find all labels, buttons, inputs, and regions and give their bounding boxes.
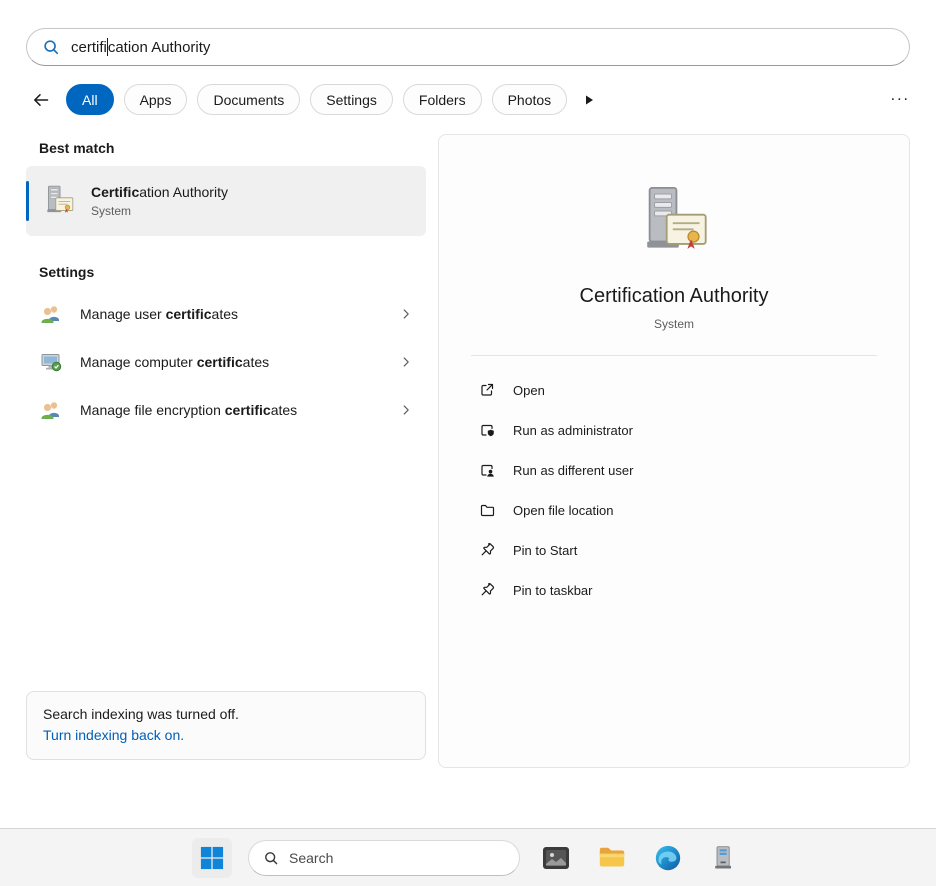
windows-logo-icon xyxy=(200,846,224,870)
result-label: Manage user certificates xyxy=(80,306,238,322)
search-value: certification Authority xyxy=(71,38,210,56)
action-run-as-administrator[interactable]: Run as administrator xyxy=(471,410,877,450)
chevron-right-icon xyxy=(399,403,413,417)
open-icon xyxy=(479,382,495,398)
result-label: Manage file encryption certificates xyxy=(80,402,297,418)
best-match-text: Certification Authority System xyxy=(91,184,228,218)
chevron-right-icon xyxy=(399,355,413,369)
action-label: Pin to Start xyxy=(513,543,577,558)
computer-certificates-icon xyxy=(39,350,63,374)
best-match-result[interactable]: Certification Authority System xyxy=(26,166,426,236)
indexing-notice: Search indexing was turned off. Turn ind… xyxy=(26,691,426,760)
back-arrow-icon xyxy=(31,90,51,110)
action-open-file-location[interactable]: Open file location xyxy=(471,490,877,530)
turn-indexing-on-link[interactable]: Turn indexing back on. xyxy=(43,725,409,747)
search-flyout: certification Authority All Apps Documen… xyxy=(0,0,936,886)
chevron-right-icon xyxy=(399,307,413,321)
start-button[interactable] xyxy=(192,838,232,878)
filter-tab-label: Apps xyxy=(140,92,172,108)
photos-app-button[interactable] xyxy=(536,838,576,878)
action-label: Run as different user xyxy=(513,463,633,478)
action-pin-to-taskbar[interactable]: Pin to taskbar xyxy=(471,570,877,610)
filter-tab-all[interactable]: All xyxy=(66,84,114,115)
photos-icon xyxy=(541,843,571,873)
edge-icon xyxy=(653,843,683,873)
edge-browser-button[interactable] xyxy=(648,838,688,878)
ellipsis-icon: ... xyxy=(891,87,910,104)
certification-authority-taskbar-button[interactable] xyxy=(704,838,744,878)
action-open[interactable]: Open xyxy=(471,370,877,410)
action-label: Pin to taskbar xyxy=(513,583,593,598)
filter-tab-documents[interactable]: Documents xyxy=(197,84,300,115)
result-manage-file-encryption-certificates[interactable]: Manage file encryption certificates xyxy=(26,386,426,434)
preview-subtitle: System xyxy=(654,317,694,331)
action-label: Open xyxy=(513,383,545,398)
search-input[interactable]: certification Authority xyxy=(26,28,910,66)
taskbar-search-label: Search xyxy=(289,850,333,866)
action-pin-to-start[interactable]: Pin to Start xyxy=(471,530,877,570)
best-match-title: Certification Authority xyxy=(91,184,228,200)
file-explorer-button[interactable] xyxy=(592,838,632,878)
action-label: Run as administrator xyxy=(513,423,633,438)
action-label: Open file location xyxy=(513,503,613,518)
run-as-different-user-icon xyxy=(479,462,495,478)
more-options-button[interactable]: ... xyxy=(891,87,910,113)
result-manage-computer-certificates[interactable]: Manage computer certificates xyxy=(26,338,426,386)
run-as-administrator-icon xyxy=(479,422,495,438)
results-list: Best match xyxy=(26,134,426,768)
expand-filters-button[interactable] xyxy=(583,94,595,106)
file-encryption-certificates-icon xyxy=(39,398,63,422)
taskbar-search-box[interactable]: Search xyxy=(248,840,520,876)
result-label: Manage computer certificates xyxy=(80,354,269,370)
settings-heading: Settings xyxy=(39,264,426,280)
open-file-location-icon xyxy=(479,502,495,518)
filter-tab-label: All xyxy=(82,92,98,108)
pin-icon xyxy=(479,582,495,598)
file-explorer-icon xyxy=(597,843,627,873)
certification-authority-large-icon xyxy=(635,183,713,261)
server-icon xyxy=(710,844,738,872)
results-area: Best match xyxy=(0,116,936,768)
certification-authority-icon xyxy=(42,184,76,218)
filter-tab-label: Settings xyxy=(326,92,377,108)
filter-tab-label: Photos xyxy=(508,92,552,108)
back-button[interactable] xyxy=(26,85,56,115)
action-run-as-different-user[interactable]: Run as different user xyxy=(471,450,877,490)
preview-title: Certification Authority xyxy=(580,285,769,308)
filter-tab-settings[interactable]: Settings xyxy=(310,84,393,115)
indexing-notice-text: Search indexing was turned off. xyxy=(43,704,409,726)
play-triangle-icon xyxy=(583,94,595,106)
result-manage-user-certificates[interactable]: Manage user certificates xyxy=(26,290,426,338)
search-icon xyxy=(42,38,60,56)
filter-tab-photos[interactable]: Photos xyxy=(492,84,568,115)
filter-tab-label: Documents xyxy=(213,92,284,108)
user-certificates-icon xyxy=(39,302,63,326)
divider xyxy=(471,355,877,356)
filter-tab-label: Folders xyxy=(419,92,466,108)
taskbar: Search xyxy=(0,828,936,886)
best-match-heading: Best match xyxy=(39,140,426,156)
search-icon xyxy=(263,850,279,866)
action-list: Open Run as administrator xyxy=(471,370,877,610)
selection-accent-bar xyxy=(26,181,29,221)
best-match-subtitle: System xyxy=(91,204,228,218)
pin-icon xyxy=(479,542,495,558)
filter-tab-apps[interactable]: Apps xyxy=(124,84,188,115)
preview-panel: Certification Authority System Open xyxy=(438,134,910,768)
filter-row: All Apps Documents Settings Folders Phot… xyxy=(0,83,936,116)
filter-tab-folders[interactable]: Folders xyxy=(403,84,482,115)
